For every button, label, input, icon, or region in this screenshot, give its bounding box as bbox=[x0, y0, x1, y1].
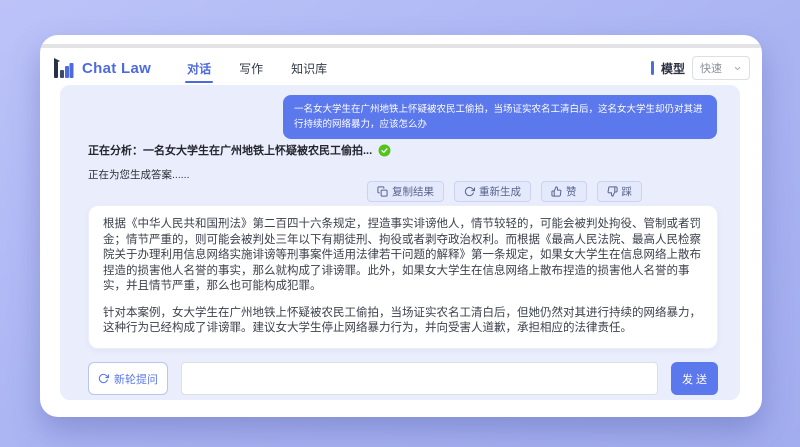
answer-paragraph-2: 针对本案例，女大学生在广州地铁上怀疑被农民工偷拍，当场证实农名工清白后，但她仍然… bbox=[103, 306, 701, 335]
copy-result-button[interactable]: 复制结果 bbox=[367, 181, 444, 202]
model-group: 模型 快速 bbox=[650, 56, 750, 80]
answer-actions: 复制结果 重新生成 赞 踩 bbox=[367, 181, 642, 202]
refresh-icon bbox=[98, 373, 109, 384]
refresh-icon bbox=[464, 186, 475, 197]
status-analyzing-text: 正在分析：一名女大学生在广州地铁上怀疑被农民工偷拍... bbox=[88, 145, 373, 157]
answer-paragraph-1: 根据《中华人民共和国刑法》第二百四十六条规定，捏造事实诽谤他人，情节较轻的，可能… bbox=[103, 218, 701, 292]
tab-knowledge-base[interactable]: 知识库 bbox=[289, 54, 329, 83]
chevron-down-icon bbox=[733, 64, 742, 73]
user-message-bubble: 一名女大学生在广州地铁上怀疑被农民工偷拍，当场证实农名工清白后，这名女大学生却仍… bbox=[283, 95, 717, 139]
copy-result-label: 复制结果 bbox=[392, 186, 434, 198]
model-selected-value: 快速 bbox=[700, 63, 722, 75]
thumbs-up-icon bbox=[551, 186, 562, 197]
copy-icon bbox=[377, 186, 388, 197]
chat-panel: 一名女大学生在广州地铁上怀疑被农民工偷拍，当场证实农名工清白后，这名女大学生却仍… bbox=[60, 85, 740, 400]
like-button[interactable]: 赞 bbox=[541, 181, 587, 202]
new-round-label: 新轮提问 bbox=[114, 373, 158, 386]
thumbs-down-icon bbox=[607, 186, 618, 197]
dislike-label: 踩 bbox=[621, 186, 633, 198]
app-background: Chat Law 对话 写作 知识库 模型 快速 一名女大学生在广州地铁上怀疑被… bbox=[0, 0, 800, 447]
like-label: 赞 bbox=[566, 186, 577, 198]
send-button[interactable]: 发 送 bbox=[671, 362, 718, 395]
header: Chat Law 对话 写作 知识库 模型 快速 bbox=[40, 48, 762, 88]
logo: Chat Law bbox=[52, 57, 151, 79]
message-input[interactable] bbox=[181, 362, 658, 395]
answer-card: 根据《中华人民共和国刑法》第二百四十六条规定，捏造事实诽谤他人，情节较轻的，可能… bbox=[88, 205, 718, 349]
new-round-button[interactable]: 新轮提问 bbox=[88, 362, 168, 395]
regenerate-label: 重新生成 bbox=[479, 186, 521, 198]
status-analyzing-row: 正在分析：一名女大学生在广州地铁上怀疑被农民工偷拍... bbox=[88, 142, 391, 158]
tab-chat[interactable]: 对话 bbox=[185, 54, 214, 83]
model-select-dropdown[interactable]: 快速 bbox=[692, 56, 750, 80]
check-circle-icon bbox=[378, 144, 391, 157]
composer-bar: 新轮提问 发 送 bbox=[88, 362, 718, 395]
chatlaw-logo-icon bbox=[52, 57, 74, 79]
model-accent-bar bbox=[650, 61, 654, 75]
tab-writing[interactable]: 写作 bbox=[237, 54, 265, 83]
app-window: Chat Law 对话 写作 知识库 模型 快速 一名女大学生在广州地铁上怀疑被… bbox=[40, 35, 762, 417]
nav-tabs: 对话 写作 知识库 bbox=[185, 54, 329, 83]
dislike-button[interactable]: 踩 bbox=[596, 181, 642, 202]
logo-text: Chat Law bbox=[82, 59, 152, 77]
regenerate-button[interactable]: 重新生成 bbox=[454, 181, 531, 202]
status-generating-text: 正在为您生成答案...... bbox=[88, 169, 190, 181]
model-label: 模型 bbox=[660, 61, 685, 76]
